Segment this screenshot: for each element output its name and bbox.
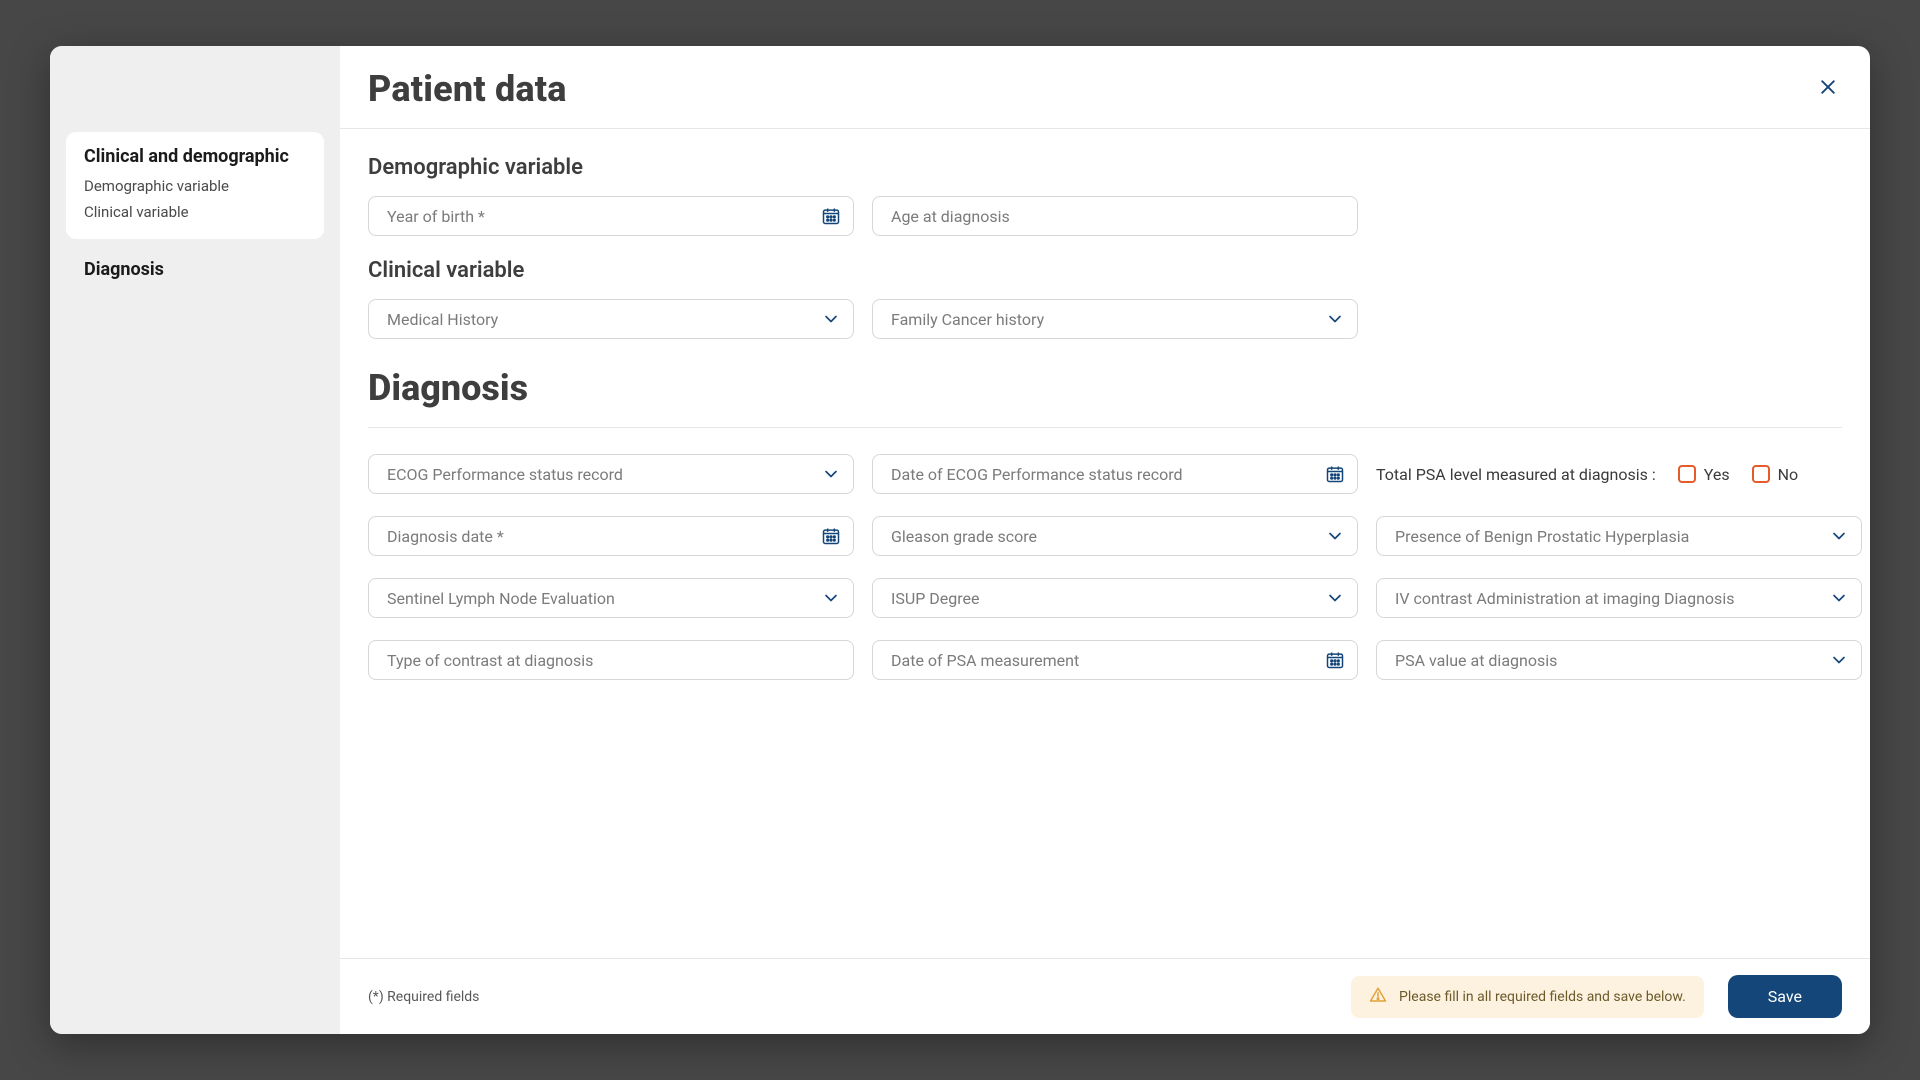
section-title-diagnosis: Diagnosis — [368, 367, 1842, 428]
contrast-type-label: Type of contrast at diagnosis — [387, 651, 593, 670]
age-at-diagnosis-field[interactable]: Age at diagnosis — [872, 196, 1358, 236]
contrast-type-field[interactable]: Type of contrast at diagnosis — [368, 640, 854, 680]
psa-no-label: No — [1778, 465, 1799, 484]
form-content: Demographic variable Year of birth * Age… — [340, 129, 1870, 958]
psa-value-label: PSA value at diagnosis — [1395, 651, 1557, 670]
sidebar-heading-clinical[interactable]: Clinical and demographic — [84, 146, 308, 167]
psa-measured-label: Total PSA level measured at diagnosis : — [1376, 465, 1656, 484]
psa-no-option[interactable]: No — [1752, 465, 1799, 484]
psa-value-field[interactable]: PSA value at diagnosis — [1376, 640, 1862, 680]
year-of-birth-field[interactable]: Year of birth * — [368, 196, 854, 236]
isup-field[interactable]: ISUP Degree — [872, 578, 1358, 618]
sentinel-field[interactable]: Sentinel Lymph Node Evaluation — [368, 578, 854, 618]
psa-date-label: Date of PSA measurement — [891, 651, 1079, 670]
ecog-date-label: Date of ECOG Performance status record — [891, 465, 1182, 484]
chevron-down-icon — [1325, 526, 1345, 546]
chevron-down-icon — [1829, 526, 1849, 546]
section-label-demographic: Demographic variable — [368, 155, 1842, 180]
sidebar-item-diagnosis[interactable]: Diagnosis — [66, 247, 324, 292]
chevron-down-icon — [821, 464, 841, 484]
validation-alert: Please fill in all required fields and s… — [1351, 976, 1704, 1018]
diagnosis-date-field[interactable]: Diagnosis date * — [368, 516, 854, 556]
validation-alert-text: Please fill in all required fields and s… — [1399, 989, 1686, 1005]
required-fields-note: (*) Required fields — [368, 989, 479, 1005]
patient-data-modal: Clinical and demographic Demographic var… — [50, 46, 1870, 1034]
footer-right: Please fill in all required fields and s… — [1351, 975, 1842, 1018]
sidebar: Clinical and demographic Demographic var… — [50, 46, 340, 1034]
diagnosis-row-2: Diagnosis date * Gleason grade score Pre… — [368, 516, 1842, 556]
gleason-label: Gleason grade score — [891, 527, 1037, 546]
page-title: Patient data — [368, 68, 567, 110]
chevron-down-icon — [1829, 588, 1849, 608]
section-label-clinical: Clinical variable — [368, 258, 1842, 283]
chevron-down-icon — [1325, 309, 1345, 329]
calendar-icon — [821, 526, 841, 546]
isup-label: ISUP Degree — [891, 589, 980, 608]
family-cancer-history-label: Family Cancer history — [891, 310, 1044, 329]
ecog-status-field[interactable]: ECOG Performance status record — [368, 454, 854, 494]
calendar-icon — [821, 206, 841, 226]
chevron-down-icon — [821, 309, 841, 329]
diagnosis-row-3: Sentinel Lymph Node Evaluation ISUP Degr… — [368, 578, 1842, 618]
checkbox-icon — [1678, 465, 1696, 483]
bph-label: Presence of Benign Prostatic Hyperplasia — [1395, 527, 1689, 546]
save-button[interactable]: Save — [1728, 975, 1842, 1018]
calendar-icon — [1325, 464, 1345, 484]
modal-header: Patient data — [340, 46, 1870, 129]
diagnosis-row-1: ECOG Performance status record Date of E… — [368, 454, 1842, 494]
ecog-status-label: ECOG Performance status record — [387, 465, 623, 484]
family-cancer-history-field[interactable]: Family Cancer history — [872, 299, 1358, 339]
diagnosis-row-4: Type of contrast at diagnosis Date of PS… — [368, 640, 1842, 680]
medical-history-field[interactable]: Medical History — [368, 299, 854, 339]
ecog-date-field[interactable]: Date of ECOG Performance status record — [872, 454, 1358, 494]
clinical-row: Medical History Family Cancer history — [368, 299, 1842, 339]
iv-contrast-label: IV contrast Administration at imaging Di… — [1395, 589, 1734, 608]
bph-field[interactable]: Presence of Benign Prostatic Hyperplasia — [1376, 516, 1862, 556]
close-button[interactable] — [1814, 75, 1842, 103]
diagnosis-rows: ECOG Performance status record Date of E… — [368, 428, 1842, 680]
calendar-icon — [1325, 650, 1345, 670]
diagnosis-date-label: Diagnosis date * — [387, 527, 504, 546]
age-at-diagnosis-label: Age at diagnosis — [891, 207, 1010, 226]
main: Patient data Demographic variable Year o… — [340, 46, 1870, 1034]
medical-history-label: Medical History — [387, 310, 498, 329]
iv-contrast-field[interactable]: IV contrast Administration at imaging Di… — [1376, 578, 1862, 618]
gleason-field[interactable]: Gleason grade score — [872, 516, 1358, 556]
chevron-down-icon — [1325, 588, 1345, 608]
psa-yes-label: Yes — [1704, 465, 1730, 484]
sentinel-label: Sentinel Lymph Node Evaluation — [387, 589, 615, 608]
warning-icon — [1369, 986, 1387, 1008]
modal-footer: (*) Required fields Please fill in all r… — [340, 958, 1870, 1034]
psa-date-field[interactable]: Date of PSA measurement — [872, 640, 1358, 680]
sidebar-item-demographic[interactable]: Demographic variable — [84, 173, 308, 199]
year-of-birth-label: Year of birth * — [387, 207, 485, 226]
checkbox-icon — [1752, 465, 1770, 483]
sidebar-item-clinical[interactable]: Clinical variable — [84, 199, 308, 225]
close-icon — [1818, 77, 1838, 101]
demographic-row: Year of birth * Age at diagnosis — [368, 196, 1842, 236]
psa-yes-option[interactable]: Yes — [1678, 465, 1730, 484]
psa-measured-group: Total PSA level measured at diagnosis : … — [1376, 465, 1862, 484]
chevron-down-icon — [1829, 650, 1849, 670]
sidebar-section-clinical: Clinical and demographic Demographic var… — [66, 132, 324, 239]
chevron-down-icon — [821, 588, 841, 608]
